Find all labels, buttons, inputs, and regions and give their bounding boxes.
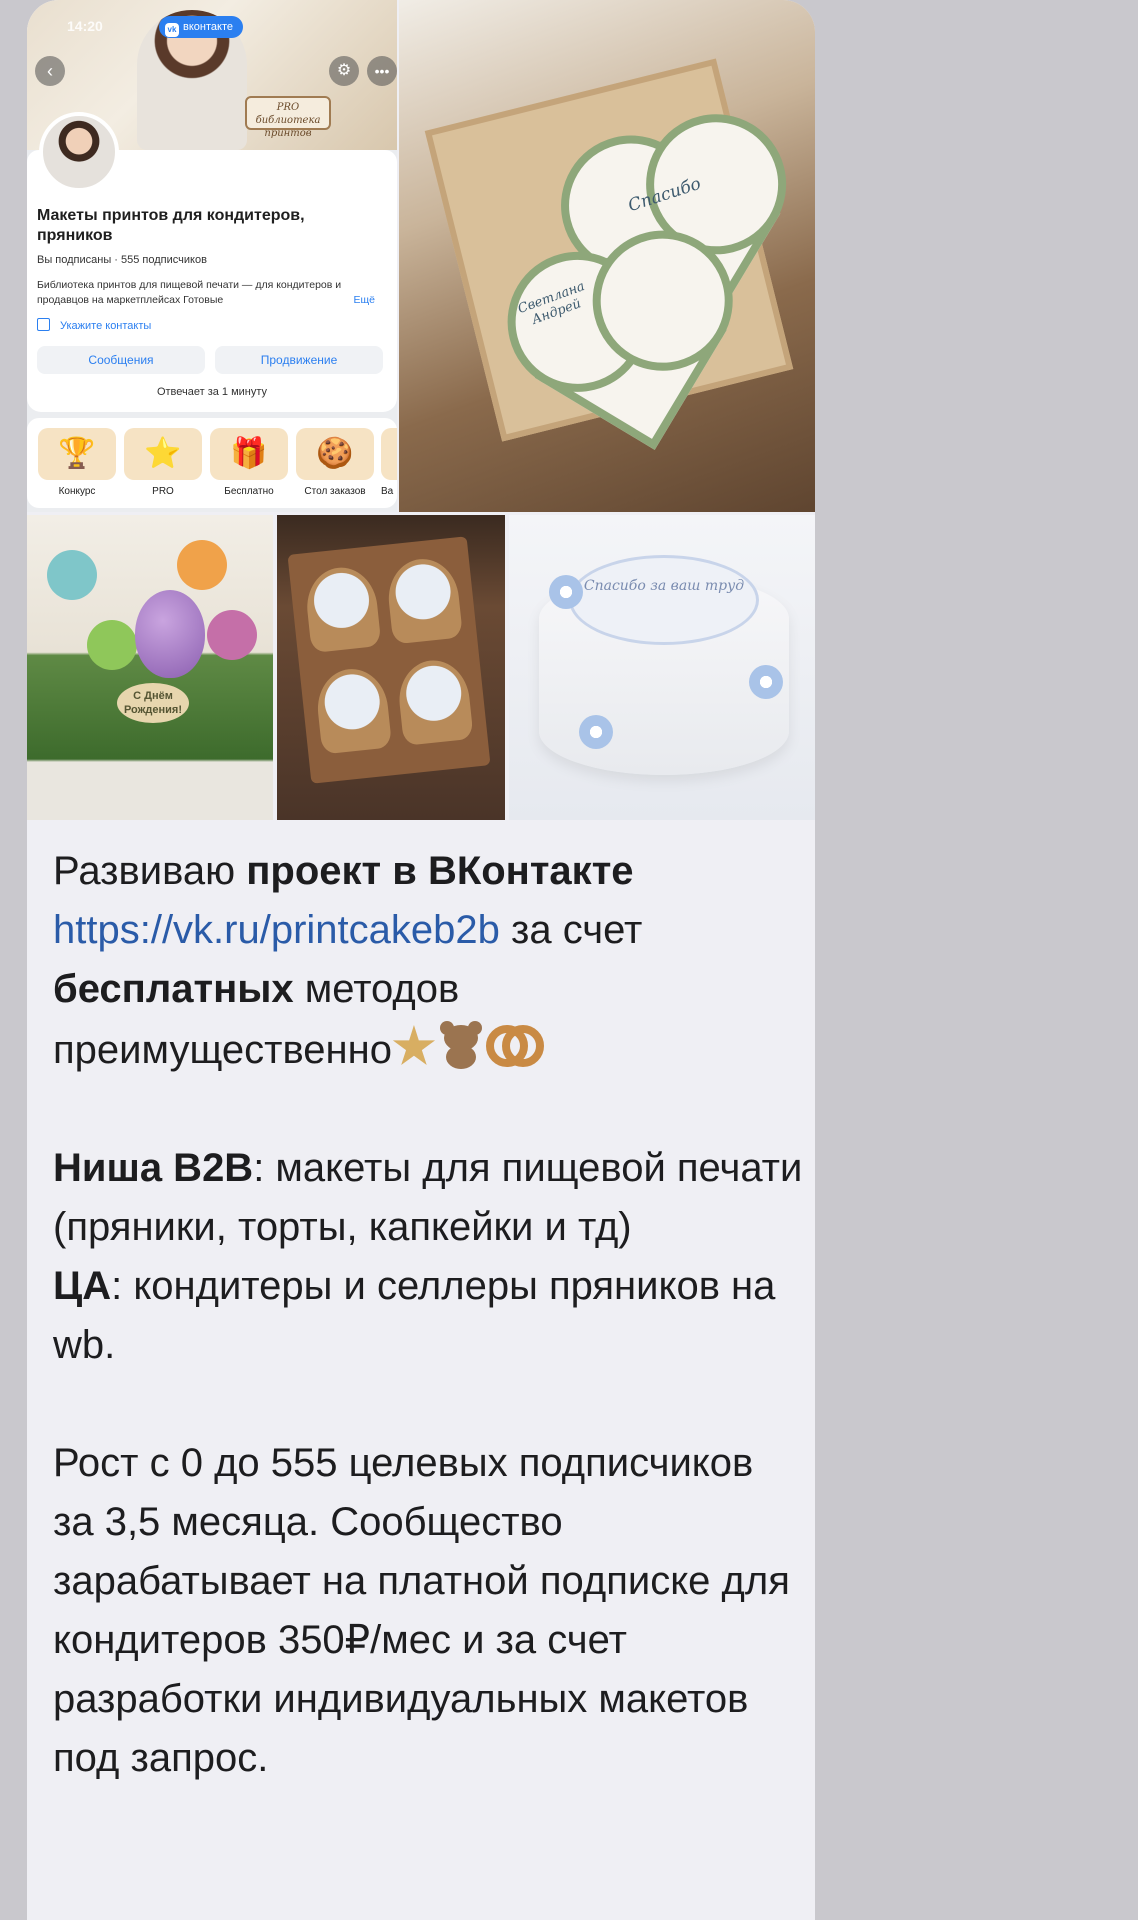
shortcut-icon xyxy=(381,428,397,480)
more-link[interactable]: Ещё xyxy=(349,293,375,308)
shortcut-free[interactable]: 🎁 Бесплатно xyxy=(209,428,289,497)
gear-icon[interactable]: ⚙ xyxy=(329,56,359,86)
teddy-bear-emoji-icon xyxy=(436,1019,486,1069)
star-icon: ⭐ xyxy=(124,428,202,480)
cookie-box xyxy=(287,536,491,784)
cookie-box xyxy=(424,58,794,450)
snowglobe-cookie xyxy=(313,665,393,755)
vk-brand-badge: vk вконтакте xyxy=(159,16,243,38)
cake-top: Спасибо за ваш труд xyxy=(569,555,759,645)
shortcut-partial[interactable]: Ва xyxy=(381,428,397,497)
shortcut-label: Ва xyxy=(381,486,394,497)
description-text: Библиотека принтов для пищевой печати — … xyxy=(37,279,342,306)
gingerbread-icon: 🍪 xyxy=(296,428,374,480)
promotion-button[interactable]: Продвижение xyxy=(215,346,383,374)
status-time: 14:20 xyxy=(67,18,103,34)
contacts-link-label: Укажите контакты xyxy=(60,320,152,332)
back-icon[interactable]: ‹ xyxy=(35,56,65,86)
bold-text: проект в ВКонтакте xyxy=(246,849,634,893)
photo-heart-cookies[interactable]: Спасибо Светлана Андрей xyxy=(399,0,815,512)
pretzel-emoji-icon xyxy=(485,1019,544,1069)
shortcut-label: Бесплатно xyxy=(224,486,274,497)
edit-icon xyxy=(37,318,50,331)
trophy-icon: 🏆 xyxy=(38,428,116,480)
bold-text: бесплатных xyxy=(53,967,294,1011)
shortcut-label: PRO xyxy=(152,486,174,497)
text: Развиваю xyxy=(53,849,247,893)
flower-decor xyxy=(579,715,613,749)
photo-dinosaur-cake[interactable]: С Днём Рождения! xyxy=(27,515,273,820)
vk-group-screenshot[interactable]: PRO библиотека принтов 14:20 vk вконтакте… xyxy=(27,0,397,512)
cake-sign: С Днём Рождения! xyxy=(117,683,189,723)
project-link[interactable]: https://vk.ru/printcakeb2b xyxy=(53,908,500,952)
shortcut-orders[interactable]: 🍪 Стол заказов xyxy=(295,428,375,497)
group-info-card: Макеты принтов для кондитеров, пряников … xyxy=(27,112,397,412)
audience-text: : кондитеры и селлеры пряников на wb. xyxy=(53,1264,776,1367)
reply-time: Отвечает за 1 минуту xyxy=(156,386,268,398)
shortcut-label: Стол заказов xyxy=(304,486,366,497)
avatar xyxy=(39,112,119,192)
paragraph-niche: Ниша B2B: макеты для пищевой печати (пря… xyxy=(53,1139,803,1375)
group-title: Макеты принтов для кондитеров, пряников xyxy=(37,207,305,244)
shortcut-bar: 🏆 Конкурс ⭐ PRO 🎁 Бесплатно 🍪 Стол заказов В… xyxy=(27,418,397,508)
dino-figure xyxy=(177,540,227,590)
contacts-link[interactable]: Укажите контакты xyxy=(37,318,151,332)
snowglobe-cookie xyxy=(384,555,464,645)
snowglobe-cookie xyxy=(395,657,474,746)
photo-snowglobe-cookies[interactable] xyxy=(277,515,505,820)
vk-logo-icon: vk xyxy=(165,23,179,37)
text: за счет xyxy=(499,908,643,952)
cover-sign: PRO библиотека принтов xyxy=(245,96,331,139)
more-icon[interactable]: ••• xyxy=(367,56,397,86)
dino-egg xyxy=(135,590,205,678)
paragraph-project: Развиваю проект в ВКонтакте https://vk.r… xyxy=(53,842,803,1080)
star-emoji-icon xyxy=(392,1025,436,1066)
flower-decor xyxy=(749,665,783,699)
snowglobe-cookie xyxy=(303,564,382,654)
audience-label: ЦА xyxy=(53,1264,112,1308)
dino-figure xyxy=(47,550,97,600)
niche-label: Ниша B2B xyxy=(53,1146,254,1190)
shortcut-contest[interactable]: 🏆 Конкурс xyxy=(37,428,117,497)
photo-blue-cake[interactable]: Спасибо за ваш труд xyxy=(509,515,815,820)
message-text: Развиваю проект в ВКонтакте https://vk.r… xyxy=(53,842,803,1788)
message-bubble: PRO библиотека принтов 14:20 vk вконтакте… xyxy=(27,0,815,1920)
group-description: Библиотека принтов для пищевой печати — … xyxy=(37,278,387,308)
dino-figure xyxy=(87,620,137,670)
dino-figure xyxy=(207,610,257,660)
flower-decor xyxy=(549,575,583,609)
paragraph-growth: Рост с 0 до 555 целевых подписчиков за 3… xyxy=(53,1441,790,1780)
messages-button[interactable]: Сообщения xyxy=(37,346,205,374)
gift-icon: 🎁 xyxy=(210,428,288,480)
shortcut-pro[interactable]: ⭐ PRO xyxy=(123,428,203,497)
vk-brand-label: вконтакте xyxy=(183,21,233,33)
subscription-line: Вы подписаны · 555 подписчиков xyxy=(37,254,207,266)
shortcut-label: Конкурс xyxy=(58,486,96,497)
